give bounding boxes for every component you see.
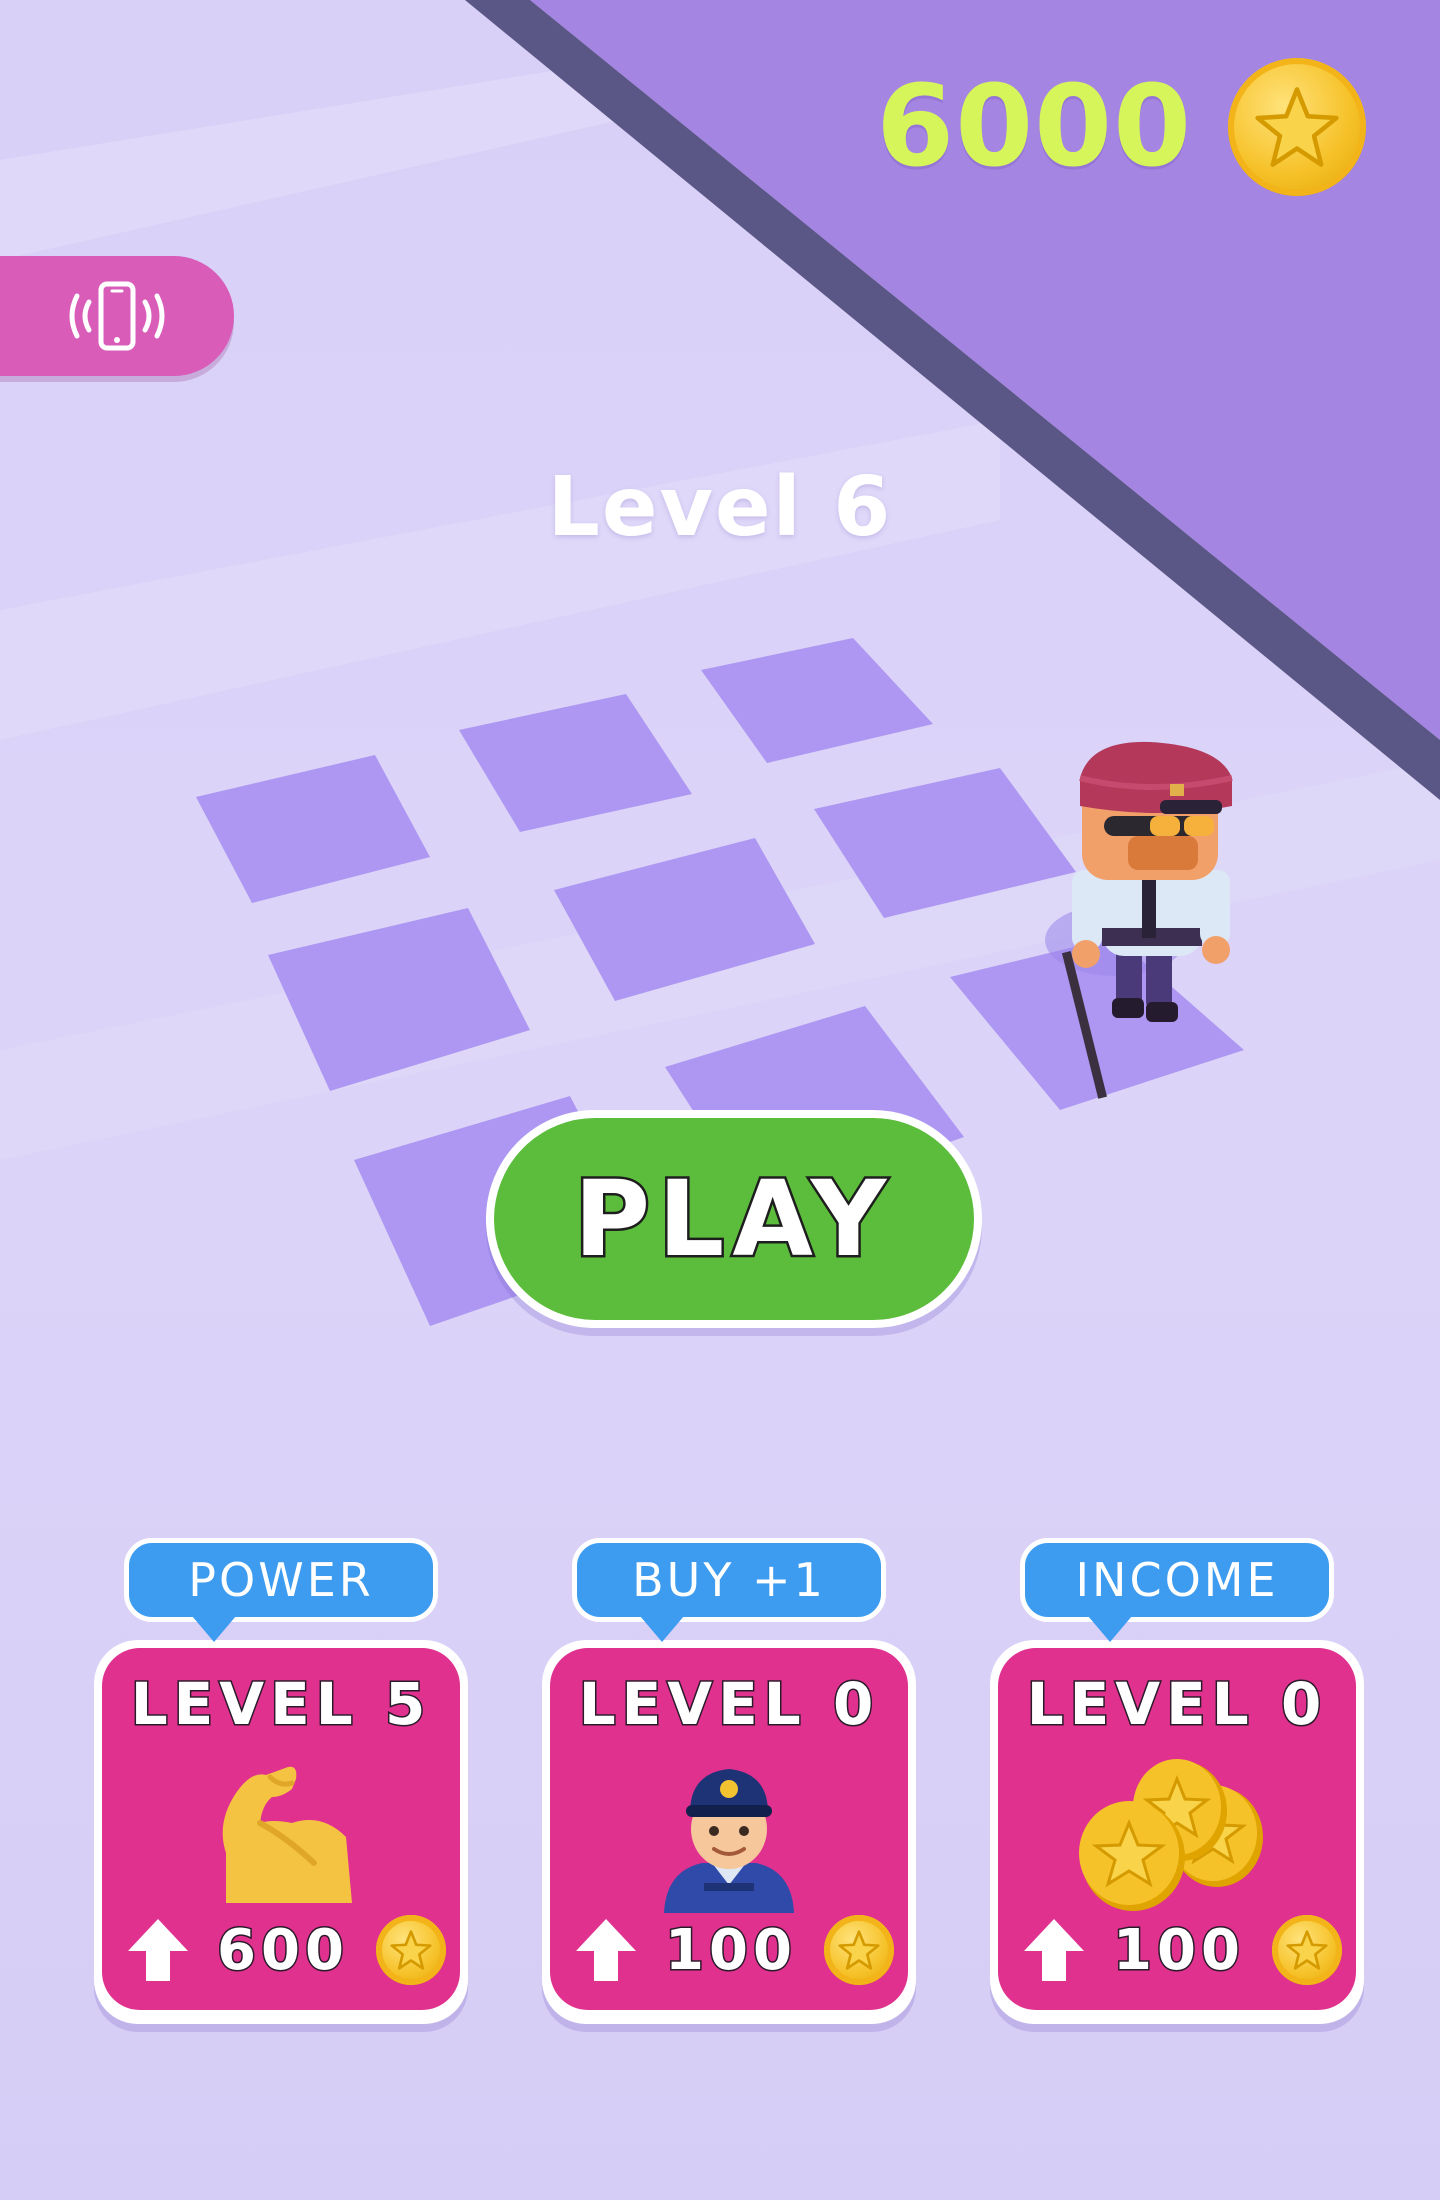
upgrade-tag: POWER <box>124 1538 438 1622</box>
upgrade-card: LEVEL 0 100 <box>990 1640 1364 2024</box>
tag-pointer <box>192 1616 236 1642</box>
upgrade-cost: 100 <box>1018 1910 1342 1990</box>
star-coin-icon <box>824 1915 894 1985</box>
flexed-biceps-icon <box>222 1766 352 1903</box>
level-title: Level 6 <box>547 460 893 555</box>
upgrade-cost-value: 600 <box>216 1916 349 1984</box>
police-character <box>1045 741 1233 1099</box>
star-coin-icon <box>1272 1915 1342 1985</box>
upgrade-level: LEVEL 5 <box>129 1669 432 1740</box>
upgrade-tag-label: BUY +1 <box>632 1553 826 1607</box>
upgrade-cost-value: 100 <box>664 1916 797 1984</box>
upgrade-tag: BUY +1 <box>572 1538 886 1622</box>
police-officer-icon <box>664 1769 794 1913</box>
tag-pointer <box>640 1616 684 1642</box>
star-coin-icon <box>376 1915 446 1985</box>
upgrade-tag-label: INCOME <box>1075 1553 1279 1607</box>
upgrade-power-card[interactable]: POWER LEVEL 5 600 <box>94 1538 468 2024</box>
upgrade-buy-card[interactable]: BUY +1 LEVEL 0 100 <box>542 1538 916 2024</box>
star-coin-icon <box>1228 58 1366 196</box>
arrow-up-icon <box>576 1919 636 1981</box>
upgrade-card: LEVEL 5 600 <box>94 1640 468 2024</box>
coin-counter: 6000 <box>876 52 1366 202</box>
upgrade-card: LEVEL 0 100 <box>542 1640 916 2024</box>
upgrade-level: LEVEL 0 <box>1025 1669 1328 1740</box>
play-label: PLAY <box>571 1156 895 1283</box>
upgrade-tag-label: POWER <box>188 1553 374 1607</box>
upgrade-cost: 100 <box>570 1910 894 1990</box>
game-scene: 6000 Level 6 PLAY POWER LEVEL 5 600 BUY … <box>0 0 1440 2200</box>
tag-pointer <box>1088 1616 1132 1642</box>
coin-count: 6000 <box>876 62 1192 192</box>
vibrate-toggle-button[interactable] <box>0 256 234 376</box>
coins-stack-icon <box>1079 1759 1263 1911</box>
upgrade-cost-value: 100 <box>1112 1916 1245 1984</box>
upgrade-cost: 600 <box>122 1910 446 1990</box>
vibrate-phone-icon <box>69 281 165 351</box>
arrow-up-icon <box>1024 1919 1084 1981</box>
arrow-up-icon <box>128 1919 188 1981</box>
play-button[interactable]: PLAY <box>486 1110 982 1328</box>
upgrade-income-card[interactable]: INCOME LEVEL 0 100 <box>990 1538 1364 2024</box>
upgrade-level: LEVEL 0 <box>577 1669 880 1740</box>
upgrade-tag: INCOME <box>1020 1538 1334 1622</box>
